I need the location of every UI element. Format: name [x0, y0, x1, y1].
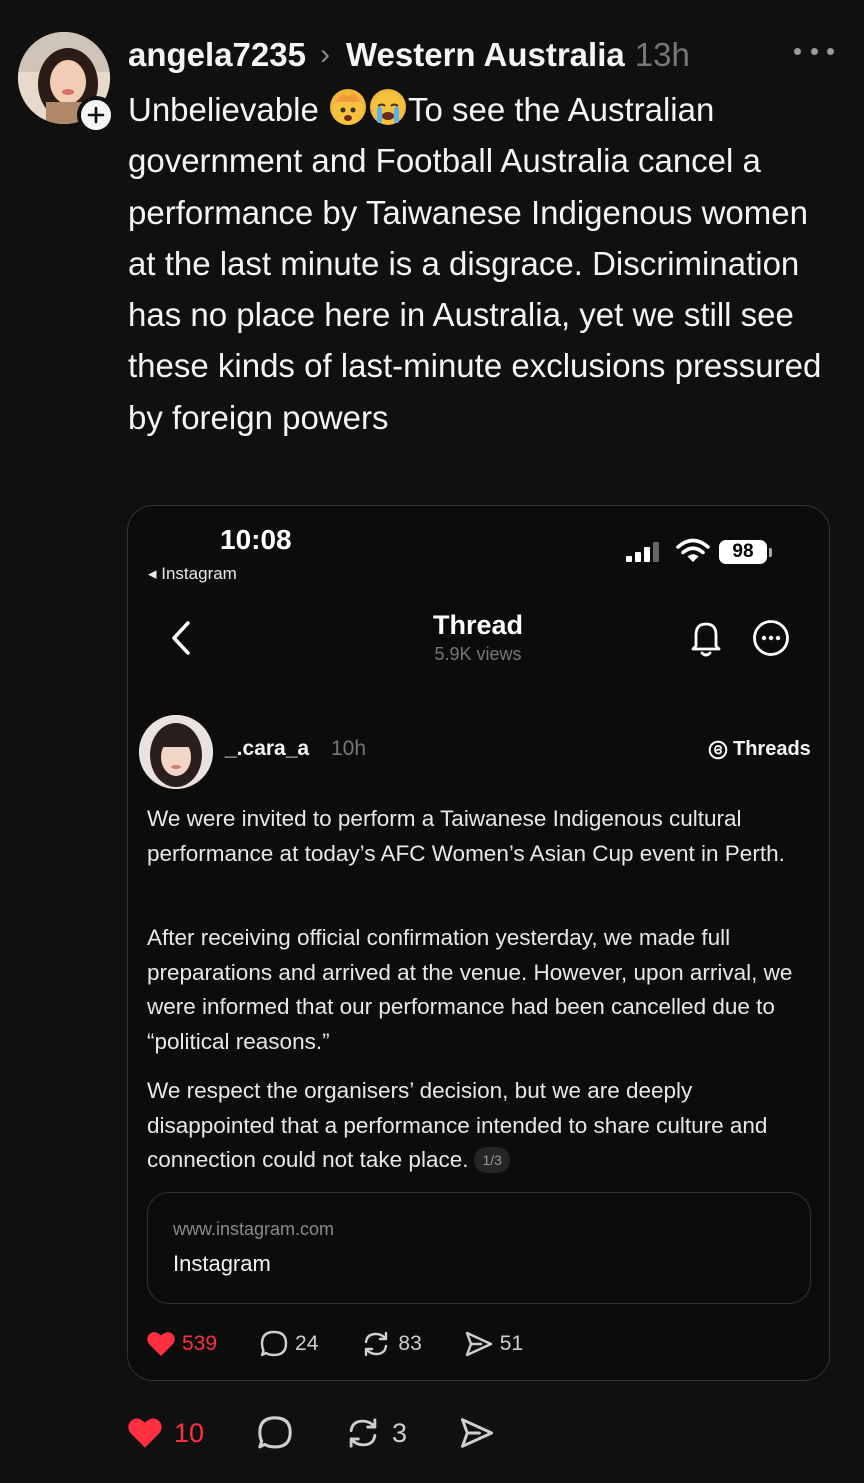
embedded-repost-count: 83: [360, 1329, 422, 1359]
embedded-screenshot[interactable]: 10:08 ◂ Instagram 98 Thread 5.9K views _…: [127, 505, 830, 1381]
embedded-share-number: 51: [499, 1332, 524, 1355]
post-text-start: Unbelievable: [128, 91, 328, 128]
embedded-repost-number: 83: [398, 1332, 422, 1355]
like-button[interactable]: 10: [126, 1416, 256, 1450]
location-link[interactable]: Western Australia: [346, 36, 625, 74]
back-to-app-link: ◂ Instagram: [148, 564, 237, 583]
repost-icon: [365, 1331, 388, 1357]
follow-button[interactable]: [77, 96, 115, 134]
comment-icon: [258, 1416, 292, 1449]
embedded-share-count: 51: [464, 1330, 523, 1358]
link-title: Instagram: [173, 1251, 271, 1276]
more-circle-icon: [753, 620, 789, 656]
battery-indicator: 98: [719, 540, 767, 564]
thread-author-name: _.cara_a: [225, 737, 310, 760]
embedded-like-count: 539: [146, 1330, 217, 1358]
post-actions: 10 3: [126, 1412, 506, 1454]
send-icon: [465, 1331, 492, 1357]
comment-button[interactable]: [256, 1414, 344, 1452]
thread-paragraph-2: After receiving official confirmation ye…: [147, 925, 793, 1054]
thread-paragraph-1: We were invited to perform a Taiwanese I…: [147, 806, 785, 866]
send-icon: [460, 1418, 494, 1448]
threads-label-text: Threads: [733, 738, 811, 760]
threads-logo-icon: [708, 740, 728, 759]
view-count: 5.9K views: [434, 644, 522, 664]
link-domain: www.instagram.com: [173, 1219, 335, 1239]
heart-filled-icon: [147, 1332, 175, 1356]
plus-icon: [87, 106, 105, 124]
post-header: angela7235 › Western Australia 13h: [128, 30, 828, 80]
page-indicator: 1/3: [474, 1147, 510, 1173]
username-link[interactable]: angela7235: [128, 36, 306, 74]
wifi-icon: [676, 538, 710, 562]
thread-stats: 539 24 83 51: [146, 1326, 565, 1362]
embedded-like-number: 539: [182, 1332, 218, 1355]
repost-count: 3: [392, 1417, 408, 1448]
thread-author-time: 10h: [331, 737, 367, 760]
heart-filled-icon: [128, 1418, 162, 1448]
cellular-signal-icon: [626, 542, 662, 562]
battery-tip: [769, 548, 772, 557]
chevron-right-icon: ›: [319, 38, 330, 71]
back-arrow-icon: [172, 621, 190, 655]
post-text-main: To see the Australian government and Foo…: [128, 91, 822, 436]
crying-face-emoji: [369, 89, 406, 125]
post-timestamp: 13h: [634, 36, 690, 73]
comment-icon: [260, 1330, 288, 1357]
bell-icon: [691, 622, 721, 657]
embedded-comment-count: 24: [259, 1329, 318, 1359]
thread-title: Thread: [432, 610, 524, 640]
thread-paragraph-3: We respect the organisers’ decision, but…: [147, 1078, 768, 1172]
link-preview-card: www.instagram.com Instagram: [147, 1192, 811, 1304]
status-time: 10:08: [220, 524, 292, 555]
post-body: Unbelievable To see the Australian gover…: [128, 84, 838, 443]
embedded-comment-number: 24: [295, 1332, 319, 1355]
more-options-icon[interactable]: [794, 48, 834, 60]
exploding-head-emoji: [329, 89, 366, 125]
share-button[interactable]: [458, 1416, 506, 1450]
thread-author-avatar: [139, 715, 213, 789]
threads-label: Threads: [708, 738, 811, 761]
repost-icon: [349, 1418, 377, 1448]
like-count: 10: [174, 1417, 205, 1448]
thread-paragraph-3-wrap: We respect the organisers’ decision, but…: [147, 1074, 817, 1178]
repost-button[interactable]: 3: [344, 1415, 458, 1451]
